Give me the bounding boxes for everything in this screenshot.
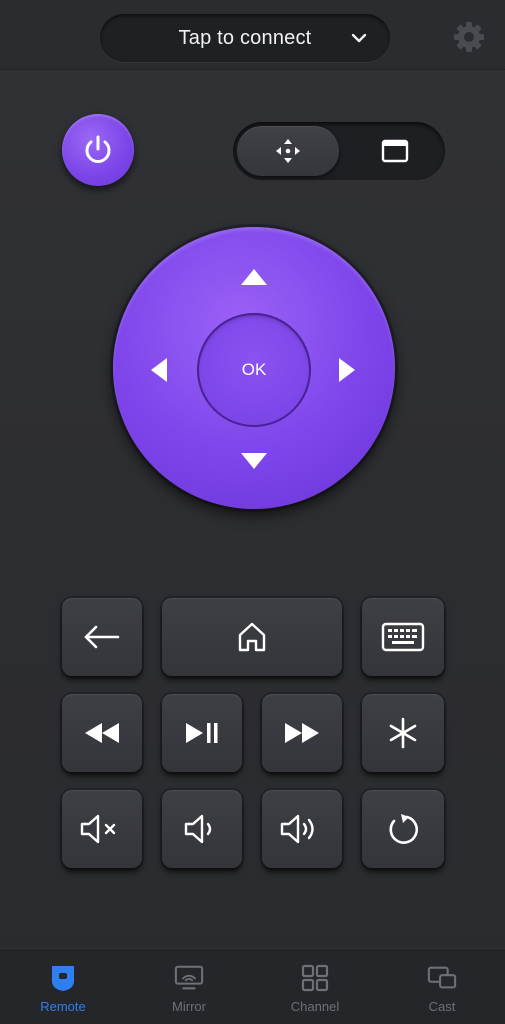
dpad-mode-button[interactable] [237,126,339,176]
touchpad-mode-button[interactable] [349,126,441,176]
play-pause-icon [186,723,218,743]
touchpad-icon [381,139,409,163]
control-mode-toggle [233,122,445,180]
dpad-left-button[interactable] [151,358,167,382]
remote-icon [48,963,78,993]
nav-item-channel[interactable]: Channel [252,951,378,1024]
mute-button[interactable] [62,790,142,868]
play-pause-button[interactable] [162,694,242,772]
fast-forward-icon [285,723,319,743]
back-button[interactable] [62,598,142,676]
nav-label: Cast [428,999,456,1014]
chevron-down-icon [351,33,367,43]
replay-button[interactable] [362,790,444,868]
nav-item-remote[interactable]: Remote [0,951,126,1024]
power-icon [85,135,111,163]
dpad-up-button[interactable] [241,269,267,285]
mirror-icon [174,963,204,993]
dpad: OK [113,227,395,509]
connect-device-button[interactable]: Tap to connect [100,14,390,62]
dpad-right-button[interactable] [339,358,355,382]
fast-forward-button[interactable] [262,694,342,772]
mute-icon [80,814,116,844]
asterisk-icon [389,717,417,749]
gear-icon[interactable] [450,18,488,56]
options-button[interactable] [362,694,444,772]
volume-down-icon [184,814,212,844]
nav-label: Remote [40,999,86,1014]
remote-app: Tap to connect OK Remote Mirror Channel … [0,0,505,1024]
volume-up-icon [280,814,314,844]
cast-icon [427,963,457,993]
home-icon [238,622,266,652]
ok-label: OK [241,360,267,379]
header-bar: Tap to connect [0,0,505,70]
rewind-icon [85,723,119,743]
bottom-navigation: Remote Mirror Channel Cast [0,950,505,1024]
volume-up-button[interactable] [262,790,342,868]
replay-icon [389,814,419,844]
connect-label: Tap to connect [178,26,312,49]
volume-down-button[interactable] [162,790,242,868]
rewind-button[interactable] [62,694,142,772]
ok-button[interactable]: OK [197,313,311,427]
back-arrow-icon [84,625,120,649]
nav-label: Channel [290,999,340,1014]
nav-item-cast[interactable]: Cast [379,951,505,1024]
dpad-down-button[interactable] [241,453,267,469]
channel-grid-icon [300,963,330,993]
keyboard-icon [381,622,425,652]
home-button[interactable] [162,598,342,676]
nav-label: Mirror [172,999,206,1014]
move-arrows-icon [276,139,300,163]
nav-item-mirror[interactable]: Mirror [126,951,252,1024]
power-button[interactable] [62,114,134,186]
keyboard-button[interactable] [362,598,444,676]
